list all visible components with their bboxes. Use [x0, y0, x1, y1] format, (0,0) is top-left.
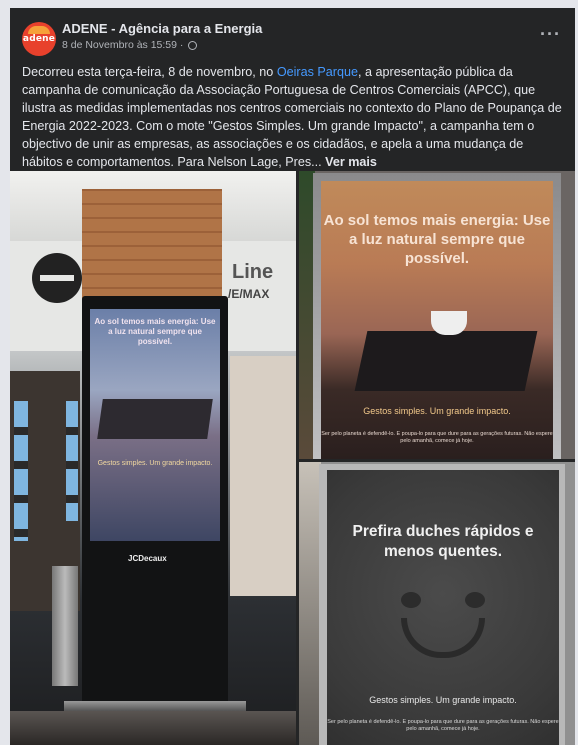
right-wall	[230, 356, 296, 596]
oeiras-parque-link[interactable]: Oeiras Parque	[277, 65, 358, 79]
more-options-button[interactable]: ···	[540, 24, 561, 45]
kiosk-subtitle: Gestos simples. Um grande impacto.	[97, 460, 213, 467]
poster-shower-title: Prefira duches rápidos e menos quentes.	[352, 523, 534, 560]
store-sign-line1: Line	[232, 261, 274, 283]
kiosk-brand: JCDecaux	[128, 554, 167, 563]
post-text-part2: , a apresentação pública da campanha de …	[22, 65, 562, 169]
kiosk-screen: Ao sol temos mais energia: Use a luz nat…	[90, 309, 220, 541]
coffee-cup-illustration	[431, 311, 467, 335]
post-timestamp[interactable]: 8 de Novembro às 15:59 ·	[62, 39, 183, 51]
post-text: Decorreu esta terça-feira, 8 de novembro…	[22, 63, 567, 171]
post-text-part1: Decorreu esta terça-feira, 8 de novembro…	[22, 65, 277, 79]
poster-sun: Ao sol temos mais energia: Use a luz nat…	[321, 181, 553, 459]
smiley-mouth	[401, 618, 485, 658]
wooden-pillar	[82, 189, 222, 301]
see-more-link[interactable]: Ver mais	[325, 155, 377, 169]
kiosk-laptop	[97, 399, 213, 439]
mall-floor	[10, 711, 296, 745]
store-logo	[32, 253, 82, 303]
photo-poster-shower[interactable]: Prefira duches rápidos e menos quentes. …	[299, 462, 575, 745]
avatar-logo-text: adene	[22, 34, 56, 44]
smiley-left-eye	[401, 592, 421, 608]
smiley-right-eye	[465, 592, 485, 608]
poster-sun-subtitle: Gestos simples. Um grande impacto.	[363, 406, 511, 416]
wall-screens-right	[66, 401, 78, 521]
trash-bin	[52, 566, 78, 686]
facebook-post: adene ADENE - Agência para a Energia 8 d…	[10, 8, 575, 745]
poster-surroundings	[299, 462, 321, 745]
poster-shower: Prefira duches rápidos e menos quentes. …	[327, 470, 559, 745]
wall-screens-left	[14, 401, 28, 541]
photo-poster-sun[interactable]: Ao sol temos mais energia: Use a luz nat…	[299, 171, 575, 459]
photo-grid: Line /E/MAX Ao sol temos mais energia: U…	[10, 171, 575, 745]
post-meta: 8 de Novembro às 15:59 ·	[62, 39, 198, 51]
poster-shower-subtitle: Gestos simples. Um grande impacto.	[369, 695, 517, 705]
kiosk-title: Ao sol temos mais energia: Use a luz nat…	[94, 317, 216, 346]
page-avatar[interactable]: adene	[22, 22, 56, 56]
poster-sun-smallprint: Ser pelo planeta é defendê-lo. E poupa-l…	[321, 431, 553, 444]
photo-kiosk[interactable]: Line /E/MAX Ao sol temos mais energia: U…	[10, 171, 296, 745]
post-header: adene ADENE - Agência para a Energia 8 d…	[10, 8, 575, 60]
poster-shower-smallprint: Ser pelo planeta é defendê-lo. E poupa-l…	[327, 719, 559, 732]
kiosk-base	[64, 701, 246, 711]
store-sign-line2: /E/MAX	[228, 287, 270, 301]
globe-icon	[188, 40, 198, 50]
poster-sun-title: Ao sol temos mais energia: Use a luz nat…	[323, 212, 551, 267]
laptop-illustration	[354, 331, 538, 391]
page-name-link[interactable]: ADENE - Agência para a Energia	[62, 21, 262, 36]
